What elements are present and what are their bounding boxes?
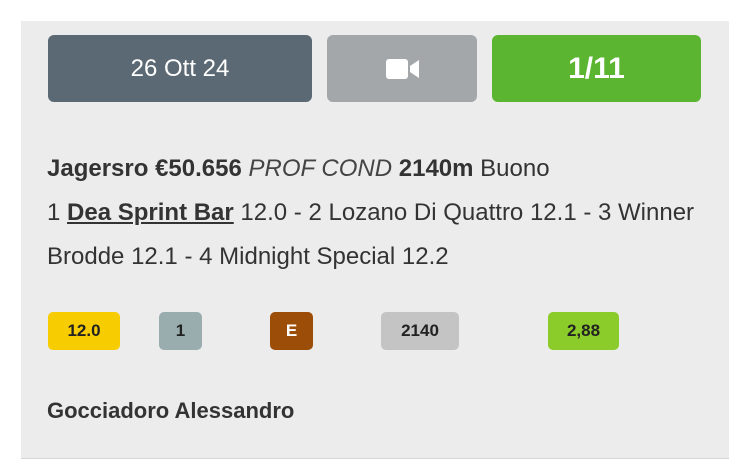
letter-badge: E bbox=[270, 312, 313, 350]
result-pos: 4 bbox=[199, 243, 213, 270]
number-badge: 1 bbox=[159, 312, 202, 350]
race-track: Jagersro bbox=[47, 155, 149, 182]
race-results: 1 Dea Sprint Bar 12.0 - 2 Lozano Di Quat… bbox=[47, 199, 695, 270]
result-time: 12.1 bbox=[529, 199, 577, 226]
time-badge: 12.0 bbox=[48, 312, 120, 350]
race-type: PROF COND bbox=[248, 155, 393, 182]
date-button[interactable]: 26 Ott 24 bbox=[48, 35, 312, 102]
video-camera-icon bbox=[385, 58, 419, 79]
result-time: 12.1 bbox=[131, 243, 178, 270]
date-label: 26 Ott 24 bbox=[130, 54, 230, 82]
race-info: Jagersro €50.656 PROF COND 2140m Buono 1… bbox=[47, 147, 707, 279]
race-card: 26 Ott 24 1/11 Jagersro €50.656 PROF CON… bbox=[21, 21, 729, 459]
race-distance: 2140m bbox=[398, 155, 474, 182]
result-winner-name[interactable]: Dea Sprint Bar bbox=[67, 199, 234, 226]
race-prize: €50.656 bbox=[155, 155, 242, 182]
video-button[interactable] bbox=[327, 35, 477, 102]
result-name: Midnight Special bbox=[219, 243, 396, 270]
result-time: 12.0 bbox=[240, 199, 288, 226]
race-header-line: Jagersro €50.656 PROF COND 2140m Buono bbox=[47, 147, 707, 191]
odds-button[interactable]: 1/11 bbox=[492, 35, 701, 102]
result-time: 12.2 bbox=[401, 243, 449, 270]
odds-label: 1/11 bbox=[568, 51, 625, 85]
jockey-name: Gocciadoro Alessandro bbox=[47, 398, 295, 423]
result-pos: 3 bbox=[598, 199, 612, 226]
race-condition: Buono bbox=[480, 155, 550, 182]
quote-badge: 2,88 bbox=[548, 312, 619, 350]
result-pos: 1 bbox=[47, 199, 61, 226]
result-name: Lozano Di Quattro bbox=[328, 199, 524, 226]
result-pos: 2 bbox=[308, 199, 322, 226]
distance-badge: 2140 bbox=[381, 312, 459, 350]
